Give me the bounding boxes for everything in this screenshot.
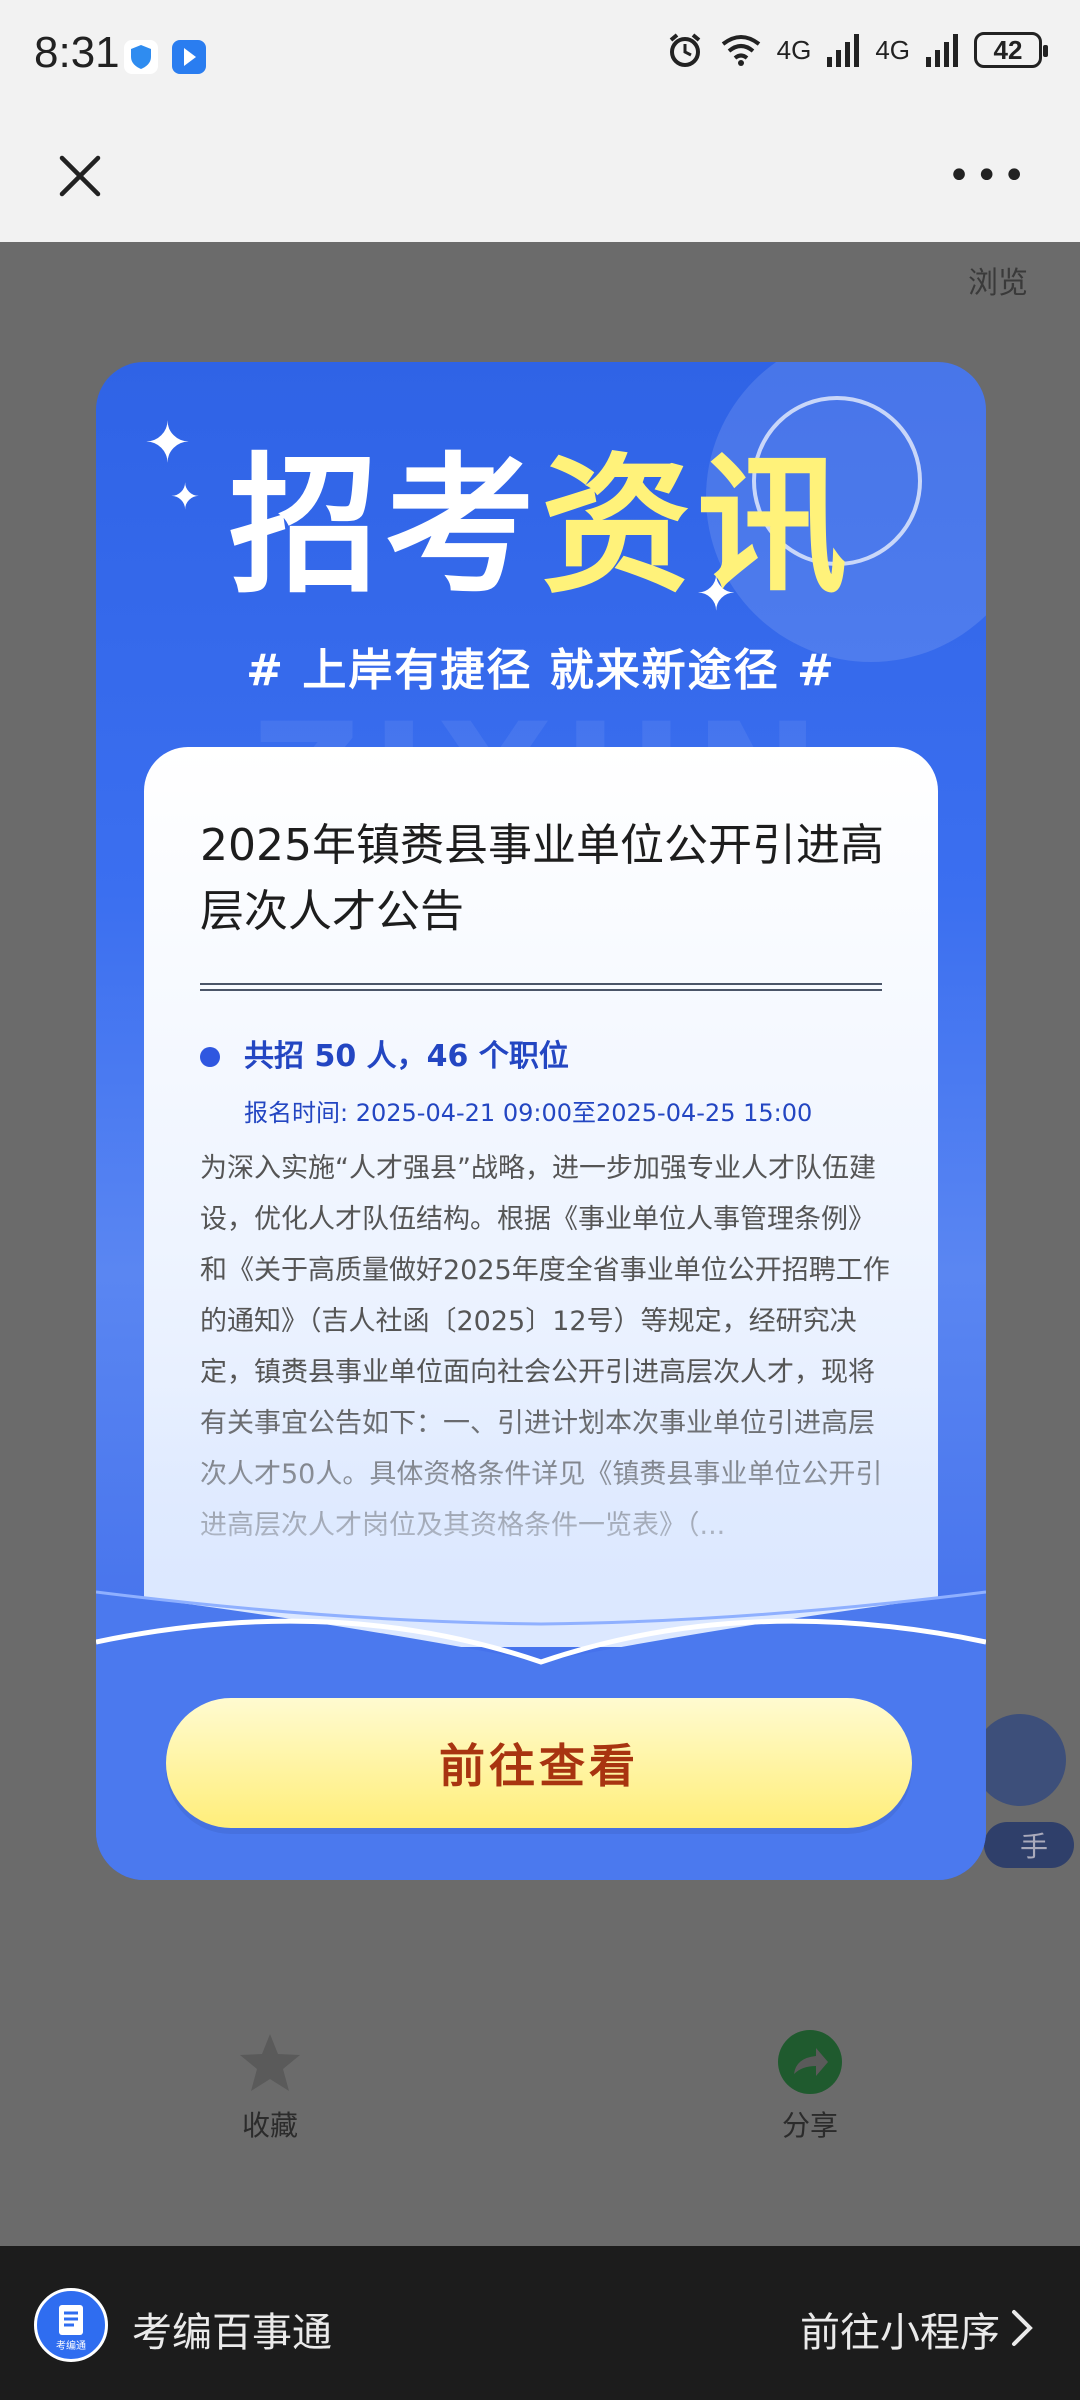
app-notification-icon: [172, 40, 206, 74]
signal-icon: [827, 34, 860, 67]
signal-icon: [926, 34, 958, 67]
battery-indicator: 42: [974, 32, 1048, 68]
network-label-1: 4G: [776, 34, 812, 65]
view-details-button[interactable]: 前往查看: [166, 1698, 912, 1828]
network-label-2: 4G: [875, 34, 910, 65]
recruit-summary: 共招 50 人，46 个职位: [244, 1039, 569, 1074]
chevron-right-icon[interactable]: [1008, 2308, 1036, 2348]
title-divider: [200, 983, 882, 991]
popup-title-yellow: 资讯: [541, 440, 854, 614]
registration-time: 报名时间: 2025-04-21 09:00至2025-04-25 15:00: [244, 1099, 813, 1127]
favorite-action[interactable]: 收藏: [170, 2030, 370, 2144]
close-icon[interactable]: [56, 152, 104, 200]
popup-title-white: 招考: [228, 440, 541, 614]
status-indicators: 4G 4G 42: [665, 30, 1048, 70]
mini-program-name: 考编百事通: [132, 2310, 332, 2356]
top-bar: •••: [0, 116, 1080, 242]
logo-caption: 考编通: [56, 2339, 86, 2352]
popup-slogan: # 上岸有捷径 就来新途径 #: [246, 645, 836, 696]
status-bar: 8:31 4G 4G 42: [0, 0, 1080, 116]
share-icon: [778, 2030, 842, 2094]
status-time: 8:31: [34, 28, 120, 77]
bullet-dot: [200, 1047, 220, 1067]
mini-program-logo-icon: 考编通: [34, 2288, 108, 2362]
helper-widget[interactable]: 手: [974, 1710, 1080, 1870]
shield-icon: [124, 40, 158, 74]
popup-title: 招考资讯: [96, 442, 986, 612]
share-action[interactable]: 分享: [710, 2030, 910, 2144]
announcement-card[interactable]: 2025年镇赉县事业单位公开引进高层次人才公告 共招 50 人，46 个职位 报…: [144, 747, 938, 1647]
announcement-title: 2025年镇赉县事业单位公开引进高层次人才公告: [200, 820, 884, 937]
mini-program-bar[interactable]: 考编通 考编百事通 前往小程序: [0, 2246, 1080, 2400]
announcement-popup: ✦ ✦ ✦ ZIXUN 招考资讯 # 上岸有捷径 就来新途径 # 2025年镇赉…: [96, 362, 986, 1880]
helper-label: 手: [1020, 1830, 1048, 1863]
favorite-label: 收藏: [241, 2109, 298, 2142]
wifi-icon: [721, 35, 760, 66]
browse-label: 浏览: [968, 266, 1028, 301]
more-icon[interactable]: •••: [947, 156, 1030, 196]
share-label: 分享: [781, 2109, 838, 2142]
star-icon: [238, 2030, 302, 2094]
open-mini-program-link[interactable]: 前往小程序: [800, 2300, 1000, 2358]
alarm-icon: [669, 33, 700, 67]
